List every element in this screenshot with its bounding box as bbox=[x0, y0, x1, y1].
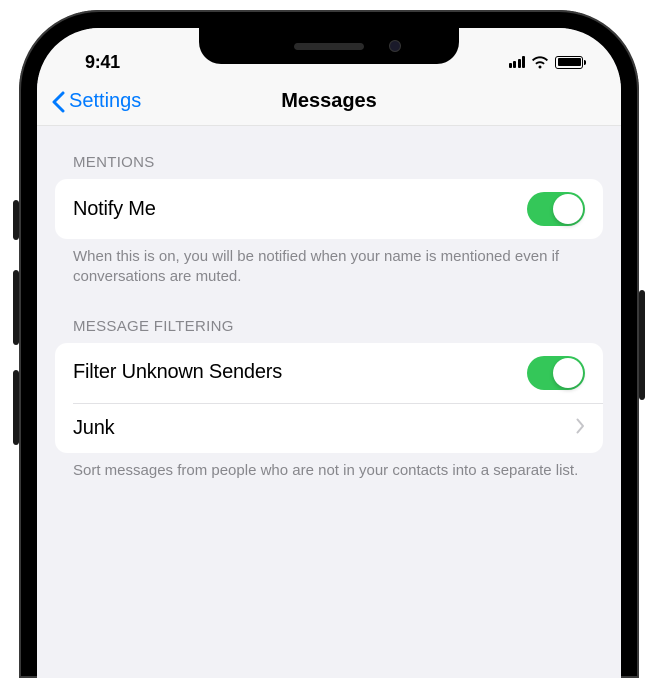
notify-me-toggle[interactable] bbox=[527, 192, 585, 226]
mentions-footer: When this is on, you will be notified wh… bbox=[55, 239, 603, 288]
row-notify-me[interactable]: Notify Me bbox=[55, 179, 603, 239]
nav-bar: Settings Messages bbox=[37, 78, 621, 126]
filtering-footer: Sort messages from people who are not in… bbox=[55, 453, 603, 481]
status-icons bbox=[509, 56, 584, 69]
chevron-right-icon bbox=[576, 418, 585, 439]
speaker-grille bbox=[294, 43, 364, 50]
filter-unknown-toggle[interactable] bbox=[527, 356, 585, 390]
silent-switch bbox=[13, 200, 19, 240]
group-mentions: Notify Me bbox=[55, 179, 603, 239]
cellular-signal-icon bbox=[509, 56, 526, 68]
notify-me-label: Notify Me bbox=[73, 198, 156, 221]
battery-icon bbox=[555, 56, 583, 69]
phone-frame: 9:41 Settings Messages bbox=[19, 10, 639, 678]
wifi-icon bbox=[531, 56, 549, 69]
power-button bbox=[639, 290, 645, 400]
chevron-left-icon bbox=[51, 91, 65, 113]
back-label: Settings bbox=[69, 90, 141, 113]
junk-label: Junk bbox=[73, 417, 114, 440]
section-header-mentions: Mentions bbox=[55, 126, 603, 179]
toggle-knob bbox=[553, 358, 583, 388]
page-title: Messages bbox=[281, 90, 377, 113]
status-time: 9:41 bbox=[85, 52, 120, 73]
volume-up-button bbox=[13, 270, 19, 345]
row-junk[interactable]: Junk bbox=[73, 403, 603, 453]
front-camera bbox=[389, 40, 401, 52]
row-filter-unknown[interactable]: Filter Unknown Senders bbox=[55, 343, 603, 403]
group-filtering: Filter Unknown Senders Junk bbox=[55, 343, 603, 453]
volume-down-button bbox=[13, 370, 19, 445]
filter-unknown-label: Filter Unknown Senders bbox=[73, 361, 282, 384]
notch bbox=[199, 28, 459, 64]
toggle-knob bbox=[553, 194, 583, 224]
content: Mentions Notify Me When this is on, you … bbox=[37, 126, 621, 481]
screen: 9:41 Settings Messages bbox=[37, 28, 621, 678]
section-header-filtering: Message Filtering bbox=[55, 288, 603, 343]
back-button[interactable]: Settings bbox=[51, 90, 141, 113]
